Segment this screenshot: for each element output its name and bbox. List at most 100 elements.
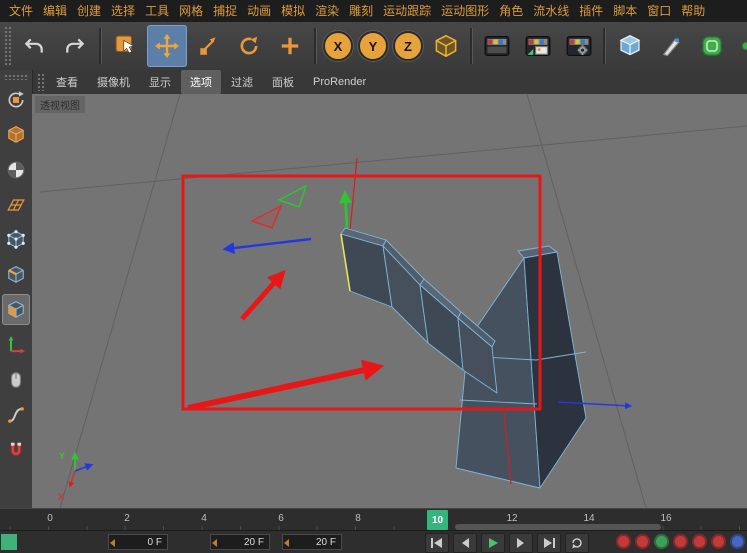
loop-icon — [572, 538, 582, 549]
menu-help[interactable]: 帮助 — [676, 0, 710, 22]
menu-tools[interactable]: 工具 — [140, 0, 174, 22]
mesh-object[interactable] — [340, 227, 587, 489]
gizmo-green-plane-handle[interactable] — [277, 184, 308, 208]
spline-tool-button[interactable] — [2, 399, 30, 430]
record-rotation-button[interactable] — [711, 534, 726, 549]
menu-create[interactable]: 创建 — [72, 0, 106, 22]
palette-handle[interactable] — [4, 74, 28, 80]
primitive-cube-button[interactable] — [610, 25, 650, 67]
menu-pipeline[interactable]: 流水线 — [528, 0, 574, 22]
render-settings-button[interactable] — [559, 25, 599, 67]
end-frame-field[interactable]: 20 F — [210, 534, 270, 550]
magnet-icon — [10, 441, 22, 456]
gizmo-green-arrow[interactable] — [339, 190, 353, 229]
z-axis-lock-button[interactable]: Z — [393, 31, 423, 61]
menu-motion-tracker[interactable]: 运动跟踪 — [378, 0, 436, 22]
enable-axis-button[interactable] — [2, 329, 30, 360]
viewport-canvas[interactable]: Y X — [32, 94, 747, 508]
array-generator-icon — [741, 41, 747, 51]
menu-window[interactable]: 窗口 — [642, 0, 676, 22]
goto-end-button[interactable] — [537, 533, 561, 553]
record-parameter-button[interactable] — [730, 534, 745, 549]
convert-to-editable-icon — [8, 90, 24, 107]
points-mode-button[interactable] — [2, 224, 30, 255]
add-tool-button[interactable] — [270, 25, 310, 67]
move-tool-button[interactable] — [147, 25, 187, 67]
edges-mode-icon — [8, 265, 24, 283]
menu-file[interactable]: 文件 — [4, 0, 38, 22]
vmenu-panel[interactable]: 面板 — [263, 70, 303, 94]
record-active-objects-button[interactable] — [616, 534, 631, 549]
view-label[interactable]: 透视视图 — [35, 96, 85, 113]
model-mode-icon — [8, 125, 24, 143]
menu-character[interactable]: 角色 — [494, 0, 528, 22]
vmenu-prorender[interactable]: ProRender — [304, 72, 375, 92]
record-scale-button[interactable] — [692, 534, 707, 549]
palette-handle[interactable] — [4, 26, 11, 66]
redo-button[interactable] — [55, 25, 95, 67]
menu-select[interactable]: 选择 — [106, 0, 140, 22]
vmenu-cameras[interactable]: 摄像机 — [88, 70, 139, 94]
polygons-mode-button[interactable] — [2, 294, 30, 325]
pen-icon — [662, 38, 680, 57]
undo-button[interactable] — [14, 25, 54, 67]
timeline-tick: 2 — [124, 513, 130, 524]
vmenu-view[interactable]: 查看 — [47, 70, 87, 94]
texture-mode-button[interactable] — [2, 154, 30, 185]
menu-mograph[interactable]: 运动图形 — [436, 0, 494, 22]
current-frame-marker[interactable]: 10 — [427, 510, 448, 530]
spline-pen-button[interactable] — [651, 25, 691, 67]
goto-end-icon — [544, 538, 555, 548]
workplane-mode-button[interactable] — [2, 189, 30, 220]
model-mode-button[interactable] — [2, 119, 30, 150]
play-button[interactable] — [481, 533, 505, 553]
menu-sculpt[interactable]: 雕刻 — [344, 0, 378, 22]
gizmo-blue-arrow[interactable] — [222, 237, 312, 254]
scale-tool-button[interactable] — [188, 25, 228, 67]
menu-mesh[interactable]: 网格 — [174, 0, 208, 22]
menu-snap[interactable]: 捕捉 — [208, 0, 242, 22]
menu-animate[interactable]: 动画 — [242, 0, 276, 22]
rotate-tool-button[interactable] — [229, 25, 269, 67]
array-generator-button[interactable] — [733, 25, 747, 67]
keyframe-selection-button[interactable] — [654, 534, 669, 549]
vmenu-options[interactable]: 选项 — [181, 70, 221, 94]
snapping-button[interactable] — [2, 434, 30, 465]
points-mode-icon — [7, 229, 25, 249]
main-menubar: 文件 编辑 创建 选择 工具 网格 捕捉 动画 模拟 渲染 雕刻 运动跟踪 运动… — [0, 0, 747, 23]
max-frame-field[interactable]: 20 F — [282, 534, 342, 550]
previous-frame-button[interactable] — [453, 533, 477, 553]
menu-render[interactable]: 渲染 — [310, 0, 344, 22]
autokeying-button[interactable] — [635, 534, 650, 549]
x-axis-lock-button[interactable]: X — [323, 31, 353, 61]
menu-simulate[interactable]: 模拟 — [276, 0, 310, 22]
subdivision-surface-button[interactable] — [692, 25, 732, 67]
palette-handle[interactable] — [37, 73, 44, 91]
menu-script[interactable]: 脚本 — [608, 0, 642, 22]
timeline-tick: 0 — [47, 513, 53, 524]
live-selection-button[interactable] — [106, 25, 146, 67]
goto-start-button[interactable] — [425, 533, 449, 553]
render-picture-viewer-button[interactable] — [518, 25, 558, 67]
gizmo-red-plane-handle[interactable] — [250, 204, 283, 229]
render-view-button[interactable] — [477, 25, 517, 67]
start-frame-field[interactable]: 0 F — [108, 534, 168, 550]
timeline-ruler[interactable]: 0 2 4 6 8 12 14 16 10 — [0, 508, 747, 531]
edges-mode-button[interactable] — [2, 259, 30, 290]
vmenu-filter[interactable]: 过滤 — [222, 70, 262, 94]
menu-plugins[interactable]: 插件 — [574, 0, 608, 22]
red-axis-line — [349, 157, 358, 232]
convert-to-editable-button[interactable] — [2, 84, 30, 115]
move-gizmo[interactable] — [222, 184, 353, 254]
y-axis-lock-button[interactable]: Y — [358, 31, 388, 61]
next-frame-button[interactable] — [509, 533, 533, 553]
coordinate-system-button[interactable] — [426, 25, 466, 67]
perspective-viewport[interactable]: 透视视图 Y X — [32, 94, 747, 508]
loop-playback-button[interactable] — [565, 533, 589, 553]
live-selection-icon — [115, 35, 135, 54]
vmenu-display[interactable]: 显示 — [140, 70, 180, 94]
menu-edit[interactable]: 编辑 — [38, 0, 72, 22]
goto-start-icon — [431, 538, 442, 548]
viewport-solo-button[interactable] — [2, 364, 30, 395]
record-position-button[interactable] — [673, 534, 688, 549]
